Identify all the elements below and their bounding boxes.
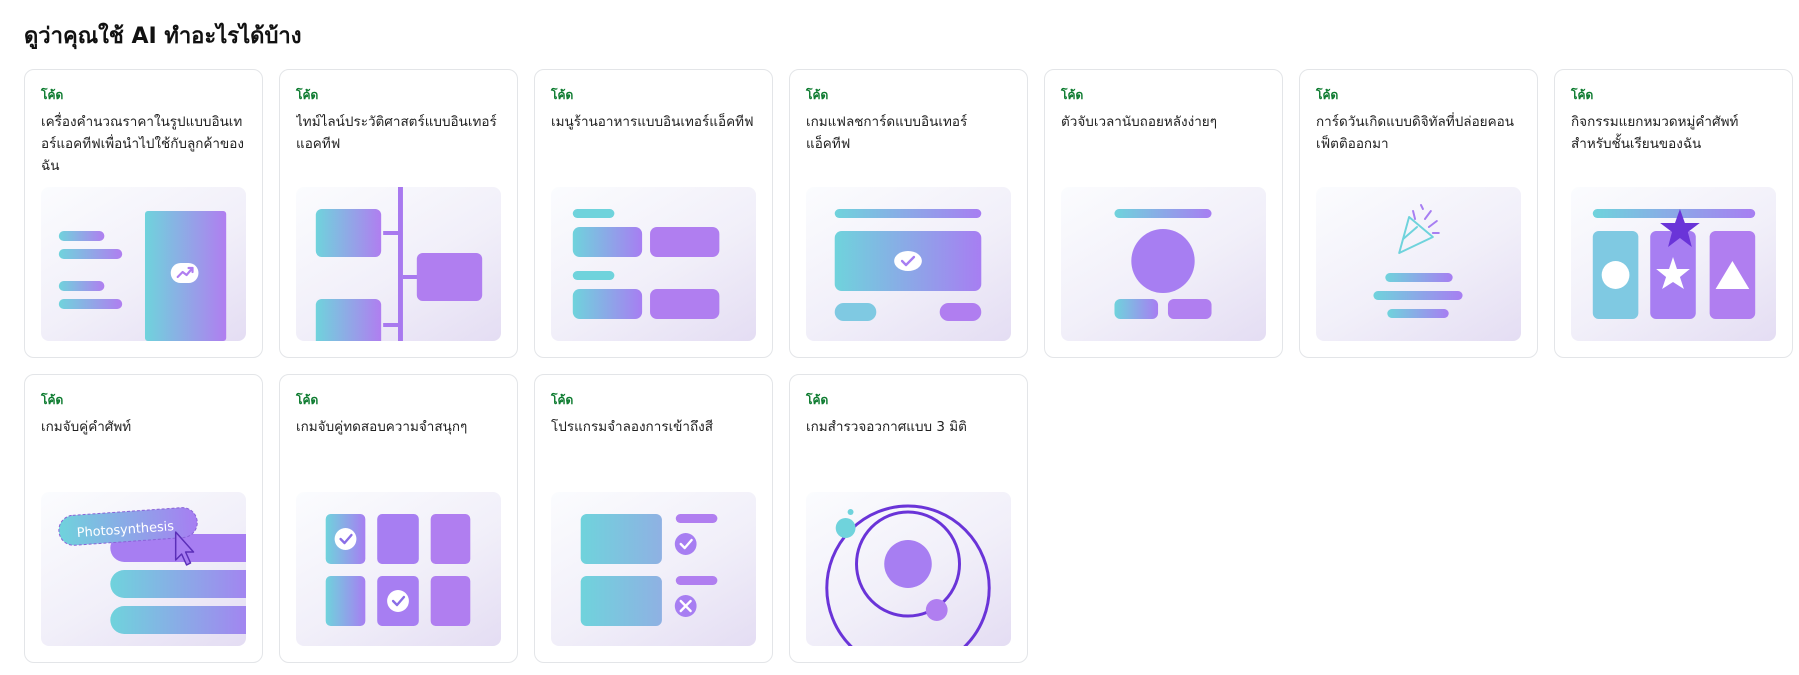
example-card-word-matching[interactable]: โค้ด เกมจับคู่คำศัพท์ Photosynthesis: [24, 374, 263, 663]
card-title: กิจกรรมแยกหมวดหมู่คำศัพท์สำหรับชั้นเรียน…: [1571, 114, 1739, 152]
card-tag: โค้ด: [1061, 88, 1084, 102]
card-thumbnail: [1316, 187, 1521, 341]
page: ดูว่าคุณใช้ AI ทำอะไรได้บ้าง โค้ด เครื่อ…: [0, 0, 1799, 663]
card-title: เกมสำรวจอวกาศแบบ 3 มิติ: [806, 419, 967, 435]
card-thumbnail: [1061, 187, 1266, 341]
card-title: การ์ดวันเกิดแบบดิจิทัลที่ปล่อยคอนเฟ็ตติอ…: [1316, 114, 1514, 152]
example-card-flashcard-game[interactable]: โค้ด เกมแฟลชการ์ดแบบอินเทอร์แอ็คทีฟ: [789, 69, 1028, 358]
examples-grid: โค้ด เครื่องคำนวณราคาในรูปแบบอินเทอร์แอค…: [24, 69, 1793, 663]
example-card-birthday-card[interactable]: โค้ด การ์ดวันเกิดแบบดิจิทัลที่ปล่อยคอนเฟ…: [1299, 69, 1538, 358]
card-tag: โค้ด: [296, 88, 319, 102]
example-card-vocabulary-sorting[interactable]: โค้ด กิจกรรมแยกหมวดหมู่คำศัพท์สำหรับชั้น…: [1554, 69, 1793, 358]
card-tag: โค้ด: [806, 393, 829, 407]
card-thumbnail: Photosynthesis: [41, 492, 246, 646]
example-card-color-accessibility[interactable]: โค้ด โปรแกรมจำลองการเข้าถึงสี: [534, 374, 773, 663]
card-tag: โค้ด: [551, 393, 574, 407]
card-tag: โค้ด: [806, 88, 829, 102]
example-card-pricing-calculator[interactable]: โค้ด เครื่องคำนวณราคาในรูปแบบอินเทอร์แอค…: [24, 69, 263, 358]
card-tag: โค้ด: [41, 88, 64, 102]
card-title: โปรแกรมจำลองการเข้าถึงสี: [551, 419, 713, 435]
example-card-memory-game[interactable]: โค้ด เกมจับคู่ทดสอบความจำสนุกๆ: [279, 374, 518, 663]
card-tag: โค้ด: [551, 88, 574, 102]
card-thumbnail: [296, 492, 501, 646]
card-title: เกมแฟลชการ์ดแบบอินเทอร์แอ็คทีฟ: [806, 114, 968, 152]
example-card-space-game[interactable]: โค้ด เกมสำรวจอวกาศแบบ 3 มิติ: [789, 374, 1028, 663]
card-title: เมนูร้านอาหารแบบอินเทอร์แอ็คทีฟ: [551, 114, 754, 130]
card-thumbnail: [296, 187, 501, 341]
card-title: เครื่องคำนวณราคาในรูปแบบอินเทอร์แอคทีฟเพ…: [41, 114, 244, 174]
card-thumbnail: [41, 187, 246, 341]
card-thumbnail: [551, 492, 756, 646]
card-title: ตัวจับเวลานับถอยหลังง่ายๆ: [1061, 114, 1217, 130]
check-icon: [894, 251, 922, 271]
card-tag: โค้ด: [41, 393, 64, 407]
card-tag: โค้ด: [296, 393, 319, 407]
card-thumbnail: [806, 492, 1011, 646]
card-title: ไทม์ไลน์ประวัติศาสตร์แบบอินเทอร์แอคทีฟ: [296, 114, 497, 152]
close-icon: [674, 595, 697, 617]
example-card-restaurant-menu[interactable]: โค้ด เมนูร้านอาหารแบบอินเทอร์แอ็คทีฟ: [534, 69, 773, 358]
page-title: ดูว่าคุณใช้ AI ทำอะไรได้บ้าง: [24, 24, 302, 49]
card-title: เกมจับคู่ทดสอบความจำสนุกๆ: [296, 419, 468, 435]
check-icon: [387, 590, 409, 612]
party-popper-icon: [1398, 204, 1440, 254]
check-icon: [674, 533, 697, 555]
trend-up-icon: [170, 263, 199, 283]
example-card-history-timeline[interactable]: โค้ด ไทม์ไลน์ประวัติศาสตร์แบบอินเทอร์แอค…: [279, 69, 518, 358]
check-icon: [334, 528, 357, 550]
card-thumbnail: [1571, 187, 1776, 341]
card-tag: โค้ด: [1316, 88, 1339, 102]
card-title: เกมจับคู่คำศัพท์: [41, 419, 132, 435]
card-thumbnail: [551, 187, 756, 341]
card-tag: โค้ด: [1571, 88, 1594, 102]
example-card-countdown-timer[interactable]: โค้ด ตัวจับเวลานับถอยหลังง่ายๆ: [1044, 69, 1283, 358]
card-thumbnail: [806, 187, 1011, 341]
